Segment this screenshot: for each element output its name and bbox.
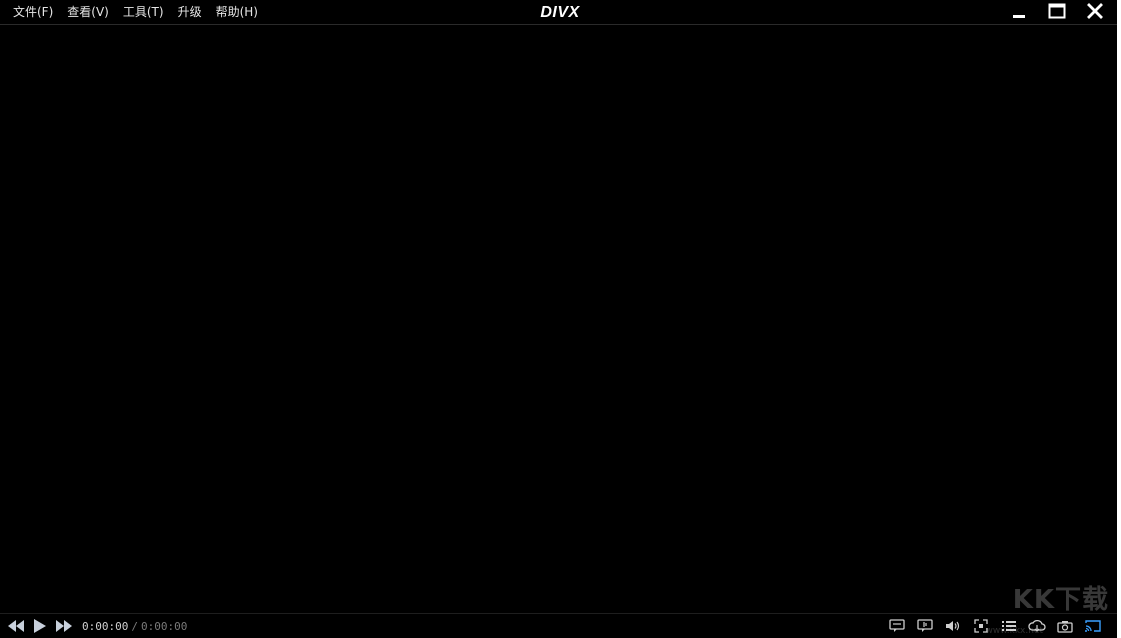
logo-text: DIVX	[540, 4, 580, 21]
play-icon	[34, 619, 46, 633]
current-time: 0:00:00	[82, 619, 129, 633]
fullscreen-icon	[974, 619, 988, 633]
snapshot-button[interactable]	[1055, 617, 1075, 635]
menu-file[interactable]: 文件(F)	[6, 4, 60, 20]
player-window: 文件(F) 查看(V) 工具(T) 升级 帮助(H) DIVX 0:00:00 …	[0, 0, 1119, 638]
close-icon	[1087, 3, 1103, 19]
camera-icon	[1057, 621, 1073, 633]
menu-bar: 文件(F) 查看(V) 工具(T) 升级 帮助(H)	[6, 4, 265, 20]
menu-view[interactable]: 查看(V)	[60, 4, 116, 20]
menu-help[interactable]: 帮助(H)	[209, 4, 265, 20]
playback-controls: 0:00:00/0:00:00	[6, 617, 187, 635]
playlist-button[interactable]	[999, 617, 1019, 635]
audio-track-button[interactable]	[915, 617, 935, 635]
subtitles-button[interactable]	[887, 617, 907, 635]
time-display: 0:00:00/0:00:00	[82, 620, 187, 633]
video-area[interactable]	[0, 25, 1117, 613]
time-separator: /	[131, 619, 138, 633]
playlist-icon	[1002, 621, 1016, 631]
cloud-icon	[1028, 619, 1046, 632]
fullscreen-button[interactable]	[971, 617, 991, 635]
play-button[interactable]	[30, 617, 50, 635]
volume-icon	[946, 621, 960, 631]
rewind-button[interactable]	[6, 617, 26, 635]
maximize-icon	[1048, 3, 1066, 19]
tool-controls	[887, 617, 1103, 635]
volume-button[interactable]	[943, 617, 963, 635]
cast-icon	[1085, 620, 1101, 632]
menu-tools[interactable]: 工具(T)	[116, 4, 171, 20]
control-bar: 0:00:00/0:00:00	[0, 613, 1117, 638]
divx-logo: DIVX	[530, 1, 590, 21]
cloud-button[interactable]	[1027, 617, 1047, 635]
maximize-button[interactable]	[1043, 1, 1071, 21]
minimize-icon	[1013, 15, 1025, 18]
cast-button[interactable]	[1083, 617, 1103, 635]
audio-track-icon	[917, 619, 933, 632]
minimize-button[interactable]	[1005, 1, 1033, 21]
rewind-icon	[8, 620, 24, 632]
fast-forward-icon	[56, 620, 72, 632]
total-time: 0:00:00	[140, 619, 188, 633]
menu-upgrade[interactable]: 升级	[171, 4, 209, 20]
window-controls	[1005, 1, 1109, 21]
fast-forward-button[interactable]	[54, 617, 74, 635]
close-button[interactable]	[1081, 1, 1109, 21]
title-bar: 文件(F) 查看(V) 工具(T) 升级 帮助(H) DIVX	[0, 0, 1117, 25]
subtitles-icon	[889, 619, 905, 632]
